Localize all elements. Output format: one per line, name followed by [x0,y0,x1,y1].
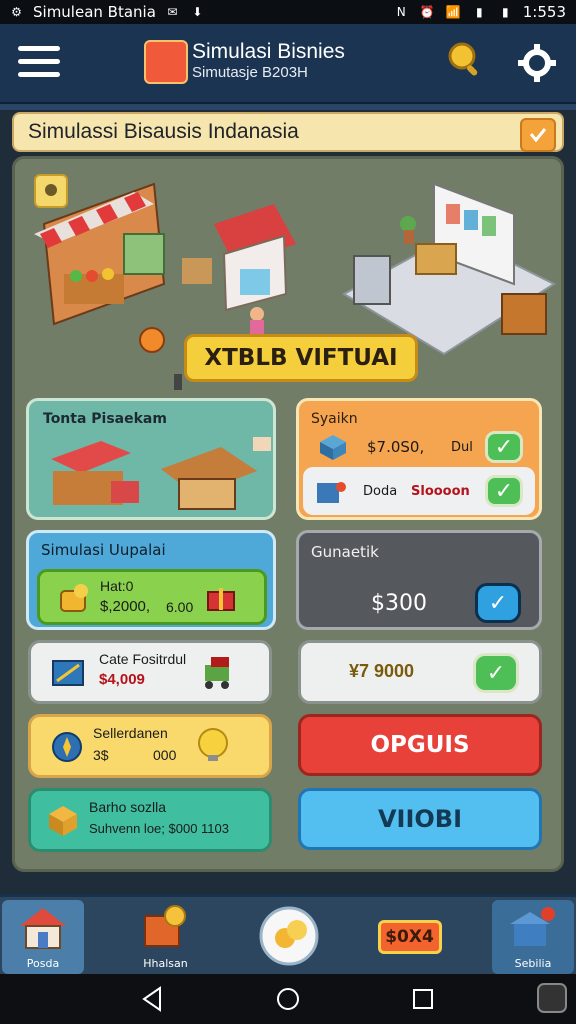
tile3-left: 3$ [93,747,109,763]
check-icon[interactable]: ✓ [473,653,519,693]
system-nav-bar [0,974,576,1024]
check-icon[interactable]: ✓ [485,475,523,507]
house-gear-icon [510,907,555,946]
nav-center[interactable] [247,900,329,974]
nav-money[interactable]: $0X4 [370,900,452,974]
tile1-value: $4,009 [99,671,145,688]
app-subtitle: Simutasje B203H [192,64,308,81]
coins-plate-icon [259,906,319,966]
nav-settings[interactable]: Sebilia [492,900,574,974]
wifi-icon: 📶 [445,5,461,19]
nav-home-label: Posda [26,957,60,970]
notification-icon: ⚙ [11,5,22,19]
battery-icon: ▮ [501,5,509,19]
tile4-label: Barho sozlla [89,799,167,815]
back-icon[interactable] [140,986,166,1012]
simulation-label: Simulasi Uupalai [41,541,166,559]
nfc-icon: N [396,5,406,19]
bulb-icon [193,727,229,763]
app-header: Simulasi Bisnies Simutasje B203H [0,24,576,106]
nav-home[interactable]: Posda [2,900,84,974]
coin-bag-icon [56,580,92,616]
gift-icon [204,580,240,616]
price-panel-label: Gunaetik [311,543,379,561]
orange-summary-card: Syaikn $7.0S0, Dul ✓ Doda Sloooon ✓ [296,398,542,520]
compass-icon [49,729,85,765]
market-stall-illustration [51,437,271,510]
simulation-box: Simulasi Uupalai Hat:0 $,2000, 6.00 [26,530,276,630]
signal-icon: ▮ [475,5,483,19]
money-badge: $0X4 [377,920,442,954]
orange-row-2-value: Sloooon [411,483,470,499]
heart-check-icon [529,128,547,143]
nav-shop[interactable]: Hhalsan [125,900,207,974]
shop-logo-icon [144,40,188,84]
status-app-name: Simulean Btania [33,3,156,21]
savings-tile[interactable]: Barho sozlla Suhvenn loe; $000 1103 [28,788,272,852]
sim-item-label: Hat:0 [100,578,134,594]
recents-icon[interactable] [410,986,436,1012]
bottom-nav: Posda Hhalsan $0X4 Sebilia [0,894,576,977]
simulation-item[interactable]: Hat:0 $,2000, 6.00 [37,569,267,625]
magnet-icon [45,184,57,196]
tile1-label: Cate Fositrdul [99,651,187,667]
banner-title: Simulassi Bisausis Indanasia [28,120,299,143]
banner-action-button[interactable] [520,118,556,152]
price-value: $300 [371,591,427,616]
global-button[interactable]: VIIOBI [298,788,542,850]
status-time: 1:553 [522,3,566,21]
tile3-label: Sellerdanen [93,725,168,741]
crate-icon [313,473,349,509]
nav-settings-label: Sebilia [514,957,552,970]
virtual-store-button[interactable]: XTBLB VIFTUAI [184,334,418,382]
orange-row-1-value: $7.0S0, [367,438,425,456]
sim-item-extra: 6.00 [166,599,194,615]
tile4-sub: Suhvenn loe; $000 1103 [89,821,229,836]
store-icon [143,905,186,947]
download-icon: ⬇ [192,5,203,19]
sim-item-value: $,2000, [100,598,151,615]
orange-row-2-label: Doda [363,483,398,499]
box-icon [315,429,351,465]
sword-icon [51,655,87,691]
yen-tile[interactable]: ¥7 9000 ✓ [298,640,542,704]
inventory-tile[interactable]: Cate Fositrdul $4,009 [28,640,272,704]
gear-icon [518,44,556,82]
app-switch-icon[interactable] [536,982,568,1014]
header-divider [0,104,576,110]
crate-icon [45,803,81,839]
options-button[interactable]: OPGUIS [298,714,542,776]
orange-row-1[interactable]: $7.0S0, Dul ✓ [303,423,535,471]
status-bar: ⚙ Simulean Btania ✉ ⬇ N ⏰ 📶 ▮ ▮ 1:553 [0,0,576,24]
tile3-right: 000 [153,747,177,763]
check-icon[interactable]: ✓ [485,431,523,463]
nav-shop-label: Hhalsan [143,957,188,970]
title-banner: Simulassi Bisausis Indanasia [12,112,564,152]
menu-button[interactable] [18,46,60,80]
market-card-label: Tonta Pisaekam [43,411,167,427]
house-icon [20,908,66,949]
price-panel: Gunaetik $300 ✓ [296,530,542,630]
mail-icon: ✉ [167,5,178,19]
orange-row-2[interactable]: Doda Sloooon ✓ [303,467,535,515]
settings-button[interactable] [516,42,558,84]
tile2-value: ¥7 9000 [349,661,415,681]
alarm-icon: ⏰ [419,5,435,19]
home-icon[interactable] [275,986,301,1012]
app-title: Simulasi Bisnies [192,40,345,63]
cart-icon [199,655,235,691]
orange-row-1-extra: Dul [451,439,473,455]
seller-tile[interactable]: Sellerdanen 3$ 000 [28,714,272,778]
magnifier-icon [448,42,478,76]
market-card[interactable]: Tonta Pisaekam [26,398,276,520]
pin-button[interactable] [34,174,68,208]
confirm-check-icon[interactable]: ✓ [475,583,521,623]
search-button[interactable] [444,38,488,82]
